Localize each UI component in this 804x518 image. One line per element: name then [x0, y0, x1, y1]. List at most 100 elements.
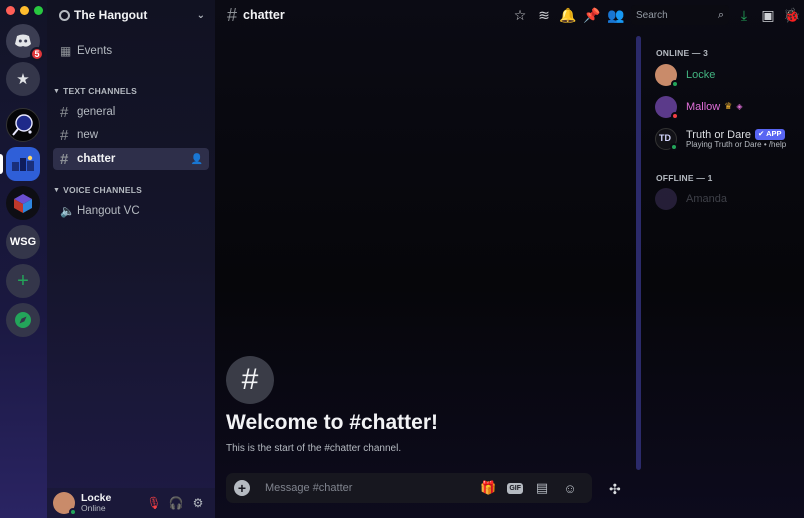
- member-item[interactable]: TD Truth or Dare ✔ APP Playing Truth or …: [655, 128, 787, 151]
- channel-item-new[interactable]: # new: [53, 124, 209, 146]
- favorites-server-button[interactable]: ★: [6, 62, 40, 96]
- maximize-window-button[interactable]: [34, 6, 43, 15]
- channel-label: new: [77, 129, 99, 141]
- add-attachment-button[interactable]: +: [234, 480, 250, 496]
- category-text-channels[interactable]: ▼ TEXT CHANNELS: [53, 86, 137, 96]
- hashtag-icon: #: [227, 4, 238, 25]
- gif-button[interactable]: GIF: [507, 482, 523, 494]
- member-name: Amanda: [686, 192, 727, 205]
- channel-item-chatter[interactable]: # chatter 👤: [53, 148, 209, 170]
- minimize-window-button[interactable]: [20, 6, 29, 15]
- search-input[interactable]: Search ⌕: [631, 5, 729, 25]
- hashtag-icon: #: [60, 126, 69, 144]
- apps-icon[interactable]: ✣: [609, 481, 621, 498]
- emoji-icon[interactable]: ☺: [556, 481, 584, 496]
- mute-mic-icon[interactable]: 🎙: [143, 496, 165, 510]
- nitro-boost-icon: ◈: [736, 101, 743, 111]
- search-icon: ⌕: [717, 8, 724, 21]
- message-composer: + 🎁 GIF ▤ ☺: [226, 473, 592, 503]
- channel-item-general[interactable]: # general: [53, 101, 209, 123]
- chevron-down-icon: ⌄: [196, 9, 205, 21]
- close-window-button[interactable]: [6, 6, 15, 15]
- gear-icon[interactable]: ⚙: [187, 496, 209, 510]
- app-tag: ✔ APP: [755, 129, 785, 140]
- hangout-server-icon: [12, 155, 34, 171]
- member-item[interactable]: Amanda: [655, 188, 727, 210]
- calendar-icon: ▦: [60, 44, 72, 58]
- user-status: Online: [81, 503, 106, 514]
- star-outline-icon[interactable]: ☆: [508, 7, 532, 24]
- search-placeholder: Search: [636, 9, 668, 21]
- welcome-title: Welcome to #chatter!: [226, 411, 438, 434]
- online-status-icon: [671, 80, 679, 88]
- chat-scrollbar[interactable]: [636, 36, 641, 470]
- explore-servers-button[interactable]: [6, 303, 40, 337]
- server-rail: 5 ★ WSG +: [0, 0, 47, 518]
- gift-icon[interactable]: 🎁: [474, 480, 502, 496]
- bug-icon[interactable]: 🐞: [780, 7, 804, 24]
- chevron-down-icon: ▼: [53, 87, 61, 95]
- add-member-icon[interactable]: 👤: [191, 154, 203, 165]
- user-info[interactable]: Locke Online: [81, 493, 143, 513]
- cube-icon: [14, 194, 32, 213]
- message-input[interactable]: [265, 482, 475, 494]
- server-icon-cube[interactable]: [6, 186, 40, 220]
- server-badge-icon: [59, 9, 70, 21]
- events-label: Events: [77, 45, 113, 57]
- category-voice-channels[interactable]: ▼ VOICE CHANNELS: [53, 185, 142, 195]
- paddle-icon: [12, 114, 33, 136]
- online-status-icon: [69, 508, 77, 516]
- online-status-icon: [670, 143, 678, 151]
- sticker-icon[interactable]: ▤: [528, 480, 556, 496]
- offline-header: OFFLINE — 1: [656, 173, 713, 183]
- avatar: TD: [655, 128, 678, 151]
- discord-logo-icon: [15, 34, 31, 47]
- member-item[interactable]: Mallow ♛ ◈: [655, 96, 743, 120]
- member-activity: Playing Truth or Dare • /help: [686, 139, 787, 149]
- chevron-down-icon: ▼: [53, 186, 61, 194]
- inbox-icon[interactable]: ▣: [756, 7, 780, 24]
- server-icon-wsg[interactable]: WSG: [6, 225, 40, 259]
- channel-label: chatter: [77, 153, 116, 165]
- channel-label: Hangout VC: [77, 205, 140, 217]
- direct-messages-button[interactable]: 5: [6, 24, 44, 61]
- server-header[interactable]: The Hangout ⌄: [47, 0, 215, 30]
- avatar[interactable]: [53, 492, 77, 516]
- bell-icon[interactable]: 🔔: [556, 7, 580, 24]
- avatar: [655, 188, 677, 210]
- category-label: TEXT CHANNELS: [63, 86, 138, 96]
- active-server-indicator: [0, 154, 3, 174]
- compass-icon: [15, 312, 31, 328]
- add-server-button[interactable]: +: [6, 264, 40, 298]
- channel-hashtag-icon: #: [226, 356, 274, 404]
- avatar: [655, 64, 679, 88]
- channel-label: general: [77, 106, 116, 118]
- plus-icon: +: [17, 269, 29, 292]
- member-item[interactable]: Locke: [655, 64, 715, 88]
- window-controls: [6, 6, 43, 15]
- events-item[interactable]: ▦ Events: [53, 40, 209, 62]
- threads-icon[interactable]: ≋: [532, 7, 556, 24]
- user-panel: Locke Online 🎙 🎧 ⚙: [47, 488, 215, 518]
- member-list: ONLINE — 3 Locke Mallow ♛ ◈ TD Truth or …: [645, 30, 804, 518]
- voice-channel-hangout-vc[interactable]: 🔈 Hangout VC: [53, 200, 209, 222]
- member-name: Mallow: [686, 100, 721, 113]
- download-icon[interactable]: ⤓: [732, 7, 756, 24]
- headphones-icon[interactable]: 🎧: [165, 496, 187, 510]
- category-label: VOICE CHANNELS: [63, 185, 142, 195]
- member-name: Truth or Dare: [686, 128, 752, 141]
- pin-icon[interactable]: 📌: [580, 7, 604, 24]
- member-list-icon[interactable]: 👥: [604, 7, 628, 24]
- channel-sidebar: The Hangout ⌄ ▦ Events ▼ TEXT CHANNELS #…: [47, 0, 215, 518]
- hashtag-icon: #: [60, 150, 69, 168]
- server-icon-hangout[interactable]: [6, 147, 40, 181]
- avatar: [655, 96, 679, 120]
- discord-window: 5 ★ WSG + The Hangout ⌄ ▦ Events ▼ TEXT …: [0, 0, 804, 518]
- server-icon-paddle[interactable]: [6, 108, 40, 142]
- crown-icon: ♛: [724, 101, 733, 112]
- app-tag-label: APP: [766, 129, 782, 139]
- channel-title: chatter: [243, 8, 285, 22]
- hashtag-icon: #: [60, 103, 69, 121]
- dnd-status-icon: [671, 112, 679, 120]
- speaker-icon: 🔈: [60, 204, 75, 218]
